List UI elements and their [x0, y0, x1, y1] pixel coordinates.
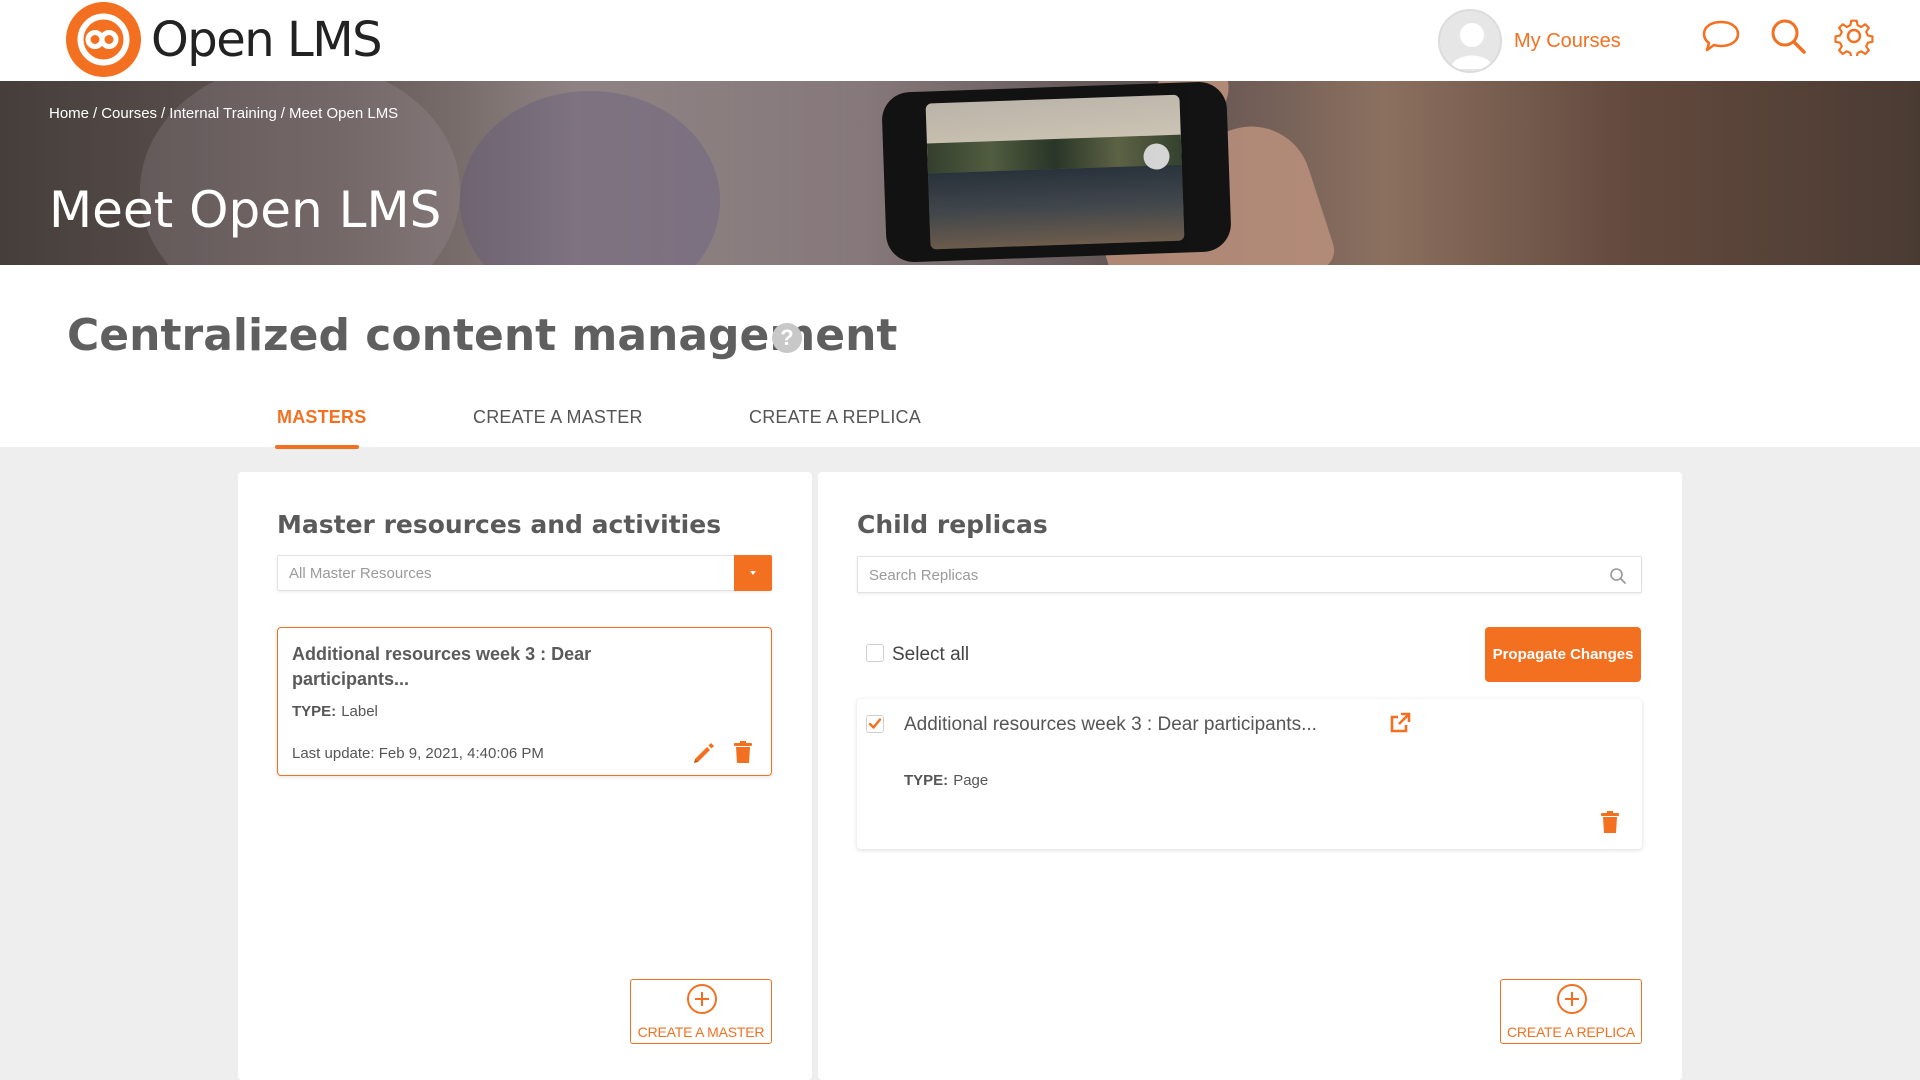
search-icon[interactable] [1768, 16, 1808, 56]
tab-masters[interactable]: MASTERS [277, 407, 366, 428]
logo-text: Open LMS [151, 11, 383, 68]
type-label: TYPE: [292, 703, 337, 720]
trash-icon[interactable] [1599, 810, 1621, 839]
search-replicas-input[interactable]: Search Replicas [857, 556, 1642, 593]
active-tab-indicator [275, 445, 359, 449]
breadcrumb: Home / Courses / Internal Training / Mee… [49, 105, 398, 122]
page-title: Meet Open LMS [49, 181, 442, 239]
type-value: Page [953, 772, 989, 789]
tab-create-master[interactable]: CREATE A MASTER [473, 407, 643, 428]
type-label: TYPE: [904, 772, 949, 789]
chat-icon[interactable] [1701, 16, 1741, 56]
section-header: Centralized content management ? MASTERS… [0, 265, 1920, 449]
breadcrumb-separator: / [161, 105, 166, 122]
my-courses-link[interactable]: My Courses [1514, 30, 1621, 53]
breadcrumb-home[interactable]: Home [49, 105, 89, 122]
breadcrumb-current[interactable]: Meet Open LMS [289, 105, 398, 122]
replicas-panel: Child replicas Search Replicas Select al… [818, 472, 1682, 1080]
search-icon[interactable] [1609, 567, 1627, 590]
external-link-icon[interactable] [1388, 711, 1412, 740]
replica-card[interactable]: Additional resources week 3 : Dear parti… [857, 699, 1642, 849]
site-logo[interactable]: Open LMS [66, 2, 383, 77]
replica-card-title[interactable]: Additional resources week 3 : Dear parti… [904, 714, 1317, 736]
logo-icon [66, 2, 141, 77]
select-all-label[interactable]: Select all [892, 644, 969, 666]
course-banner: Home / Courses / Internal Training / Mee… [0, 81, 1920, 265]
create-replica-label: CREATE A REPLICA [1506, 1024, 1636, 1040]
propagate-changes-button[interactable]: Propagate Changes [1485, 627, 1641, 682]
masters-panel-title: Master resources and activities [277, 510, 722, 539]
replica-checkbox[interactable] [866, 715, 884, 733]
user-menu[interactable]: My Courses [1438, 9, 1621, 73]
trash-icon[interactable] [732, 740, 754, 769]
breadcrumb-separator: / [280, 105, 285, 122]
masters-panel: Master resources and activities All Mast… [238, 472, 812, 1080]
add-circle-icon [687, 984, 717, 1014]
create-master-label: CREATE A MASTER [637, 1024, 765, 1040]
help-icon[interactable]: ? [772, 323, 802, 353]
last-update: Last update: Feb 9, 2021, 4:40:06 PM [292, 745, 544, 762]
replicas-panel-title: Child replicas [857, 510, 1048, 539]
gear-icon[interactable] [1834, 16, 1874, 59]
replica-card-type: TYPE: Page [904, 772, 988, 789]
breadcrumb-separator: / [93, 105, 98, 122]
top-header: Open LMS My Courses [0, 0, 1920, 81]
chevron-down-icon[interactable] [734, 555, 772, 591]
master-card-type: TYPE: Label [292, 703, 378, 720]
avatar[interactable] [1438, 9, 1502, 73]
master-resources-filter[interactable]: All Master Resources [277, 555, 772, 591]
breadcrumb-courses[interactable]: Courses [101, 105, 157, 122]
type-value: Label [341, 703, 378, 720]
select-all-checkbox[interactable] [866, 644, 884, 662]
search-placeholder: Search Replicas [869, 567, 979, 584]
breadcrumb-internal-training[interactable]: Internal Training [169, 105, 277, 122]
edit-pencil-icon[interactable] [691, 740, 717, 771]
master-card-title[interactable]: Additional resources week 3 : Dear parti… [292, 642, 622, 692]
add-circle-icon [1557, 984, 1587, 1014]
tab-create-replica[interactable]: CREATE A REPLICA [749, 407, 921, 428]
filter-value: All Master Resources [289, 565, 432, 582]
create-master-button[interactable]: CREATE A MASTER [630, 979, 772, 1044]
master-resource-card[interactable]: Additional resources week 3 : Dear parti… [277, 627, 772, 776]
create-replica-button[interactable]: CREATE A REPLICA [1500, 979, 1642, 1044]
